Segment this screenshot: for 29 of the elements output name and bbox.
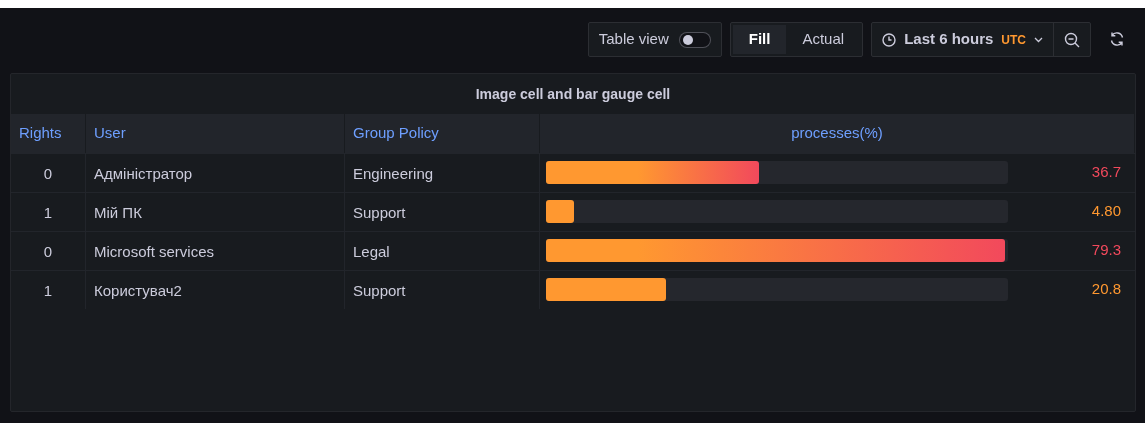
- table-cell: Адміністратор: [86, 152, 345, 192]
- table-view-toggle[interactable]: Table view: [587, 22, 722, 57]
- table-cell: Microsoft services: [86, 230, 345, 270]
- refresh-icon: [1109, 30, 1125, 47]
- zoom-out-icon: [1064, 31, 1080, 48]
- column-header[interactable]: Rights: [11, 114, 86, 153]
- gauge-value: 20.8: [1091, 279, 1122, 300]
- column-header[interactable]: User: [86, 114, 345, 153]
- table-cell: 0: [11, 152, 86, 192]
- table-cell: 1: [11, 191, 86, 231]
- time-range-picker[interactable]: Last 6 hours UTC: [872, 23, 1053, 56]
- gauge-value: 36.7: [1091, 162, 1122, 183]
- clock-icon: [882, 32, 897, 47]
- mode-tab[interactable]: Fill: [732, 25, 787, 54]
- table-cell: 1: [11, 269, 86, 309]
- table-cell: Legal: [345, 230, 540, 270]
- table-cell: Engineering: [345, 152, 540, 192]
- table-cell: Support: [345, 191, 540, 231]
- gauge-value: 4.80: [1091, 201, 1122, 222]
- caret-icon: [1034, 36, 1043, 43]
- table-cell: Support: [345, 269, 540, 309]
- table-cell: Користувач2: [86, 269, 345, 309]
- panel-title: Image cell and bar gauge cell: [474, 85, 672, 104]
- table-cell: Мій ПК: [86, 191, 345, 231]
- table-cell: 0: [11, 230, 86, 270]
- column-header[interactable]: processes(%): [540, 114, 1135, 153]
- gauge-value: 79.3: [1091, 240, 1122, 261]
- mode-tab[interactable]: Actual: [786, 25, 861, 54]
- column-header[interactable]: Group Policy: [345, 114, 540, 153]
